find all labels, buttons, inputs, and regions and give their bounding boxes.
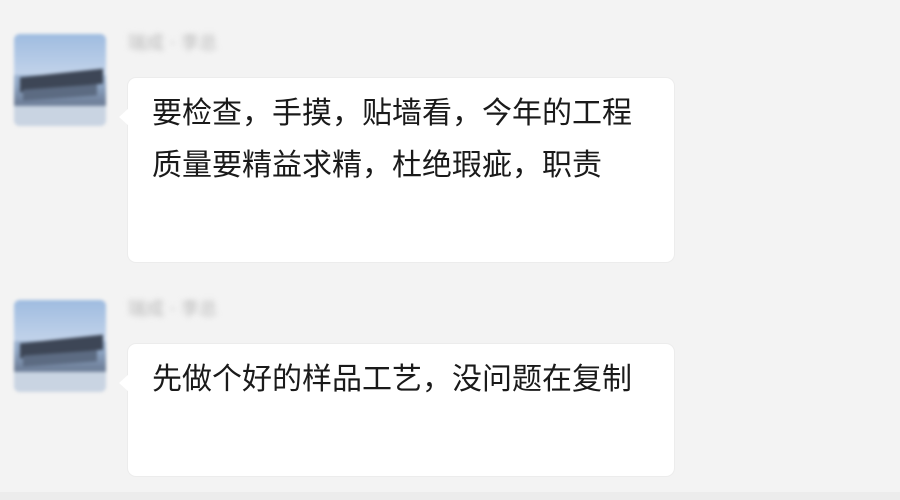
message-text: 先做个好的样品工艺，没问题在复制 bbox=[152, 362, 632, 397]
avatar[interactable] bbox=[14, 34, 106, 126]
avatar[interactable] bbox=[14, 300, 106, 392]
message-bubble[interactable]: 先做个好的样品工艺，没问题在复制 bbox=[119, 344, 674, 476]
sender-name: 瑞成 · 李总 bbox=[128, 33, 218, 54]
message-text: 要检查，手摸，贴墙看，今年的工程质量要精益求精，杜绝瑕疵，职责 bbox=[152, 96, 632, 183]
panel-bottom-edge bbox=[0, 492, 900, 500]
sender-name: 瑞成 · 李总 bbox=[128, 299, 218, 320]
message-bubble[interactable]: 要检查，手摸，贴墙看，今年的工程质量要精益求精，杜绝瑕疵，职责 bbox=[119, 78, 674, 262]
bubble-tail bbox=[119, 374, 129, 392]
chat-panel: 瑞成 · 李总 要检查，手摸，贴墙看，今年的工程质量要精益求精，杜绝瑕疵，职责 … bbox=[0, 0, 900, 500]
bubble-tail bbox=[119, 108, 129, 126]
